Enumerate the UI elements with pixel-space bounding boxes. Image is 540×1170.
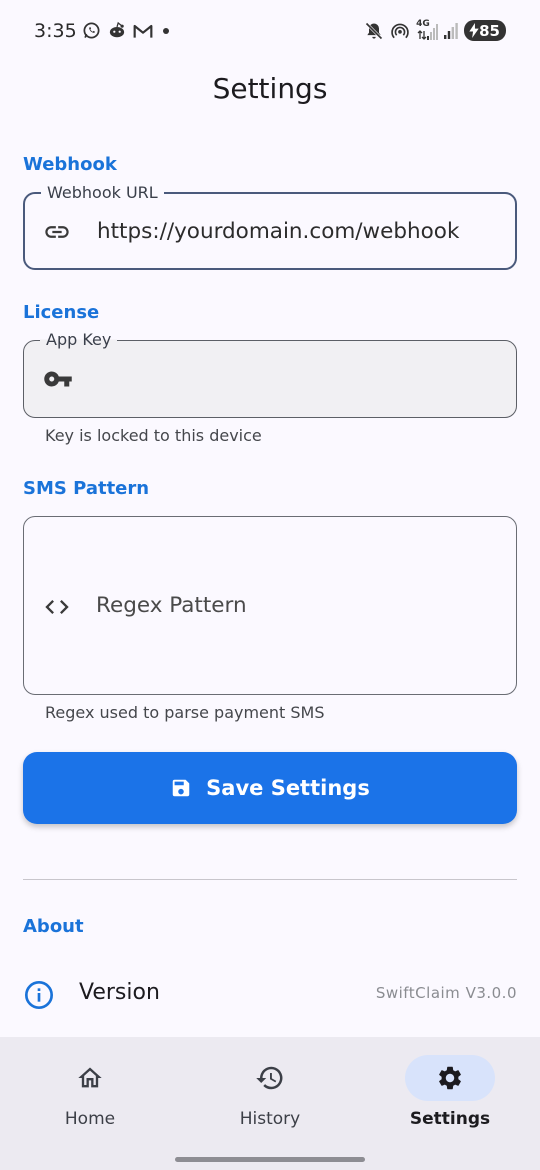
nav-label-settings: Settings <box>409 1109 491 1129</box>
webhook-url-value: https://yourdomain.com/webhook <box>97 219 460 244</box>
4g-signal-icon: 4G <box>416 19 439 41</box>
reddit-icon <box>109 21 125 38</box>
nav-label-history: History <box>239 1109 301 1129</box>
status-bar: 3:35 4G 85 <box>0 0 540 64</box>
nav-pill-home <box>45 1055 135 1101</box>
signal-icon <box>444 23 458 39</box>
settings-screen: 3:35 4G 85 Settings Webhook Webhook URL … <box>0 0 540 1170</box>
sms-pattern-section-label: SMS Pattern <box>23 478 150 499</box>
bottom-navigation: Home History Settings <box>0 1037 540 1170</box>
history-icon <box>256 1066 283 1090</box>
key-icon <box>44 371 72 387</box>
app-key-helper: Key is locked to this device <box>45 426 262 445</box>
whatsapp-icon <box>83 22 100 39</box>
divider <box>23 879 517 880</box>
app-key-field: App Key <box>23 330 517 418</box>
home-indicator[interactable] <box>175 1157 365 1162</box>
hotspot-icon <box>391 23 409 38</box>
gear-icon <box>439 1066 461 1090</box>
nav-item-home[interactable]: Home <box>0 1055 180 1145</box>
status-time: 3:35 <box>34 20 77 42</box>
notification-icons <box>82 21 173 40</box>
save-settings-label: Save Settings <box>206 776 370 800</box>
data-arrows-icon <box>417 29 427 40</box>
nav-pill-settings <box>405 1055 495 1101</box>
nav-item-history[interactable]: History <box>180 1055 360 1145</box>
version-label: Version <box>79 980 160 1005</box>
nav-label-home: Home <box>64 1109 116 1129</box>
gmail-icon <box>133 24 153 38</box>
regex-pattern-helper: Regex used to parse payment SMS <box>45 703 325 722</box>
version-value: SwiftClaim V3.0.0 <box>375 984 517 1002</box>
save-settings-button[interactable]: Save Settings <box>23 752 517 824</box>
charging-bolt-icon <box>469 23 479 38</box>
webhook-section-label: Webhook <box>23 154 117 175</box>
license-section-label: License <box>23 302 100 323</box>
dot-icon <box>163 27 169 34</box>
system-icons: 4G 85 <box>364 19 506 41</box>
link-icon <box>45 226 69 238</box>
webhook-url-field[interactable]: Webhook URL https://yourdomain.com/webho… <box>23 183 517 270</box>
nav-item-settings[interactable]: Settings <box>360 1055 540 1145</box>
about-section-label: About <box>23 916 84 937</box>
app-key-label: App Key <box>40 330 118 349</box>
save-icon <box>172 779 190 797</box>
battery-indicator: 85 <box>464 20 506 41</box>
signal-bars-4g-icon <box>427 23 439 40</box>
webhook-url-label: Webhook URL <box>41 183 164 202</box>
page-title: Settings <box>212 72 328 105</box>
regex-pattern-placeholder: Regex Pattern <box>96 593 247 618</box>
battery-level: 85 <box>479 21 500 40</box>
code-icon <box>45 600 69 614</box>
mute-icon <box>365 21 383 40</box>
version-row: Version SwiftClaim V3.0.0 <box>23 972 517 1016</box>
info-icon <box>25 981 53 1009</box>
home-icon <box>78 1067 102 1088</box>
regex-pattern-field[interactable]: Regex Pattern <box>23 516 517 695</box>
nav-pill-history <box>225 1055 315 1101</box>
